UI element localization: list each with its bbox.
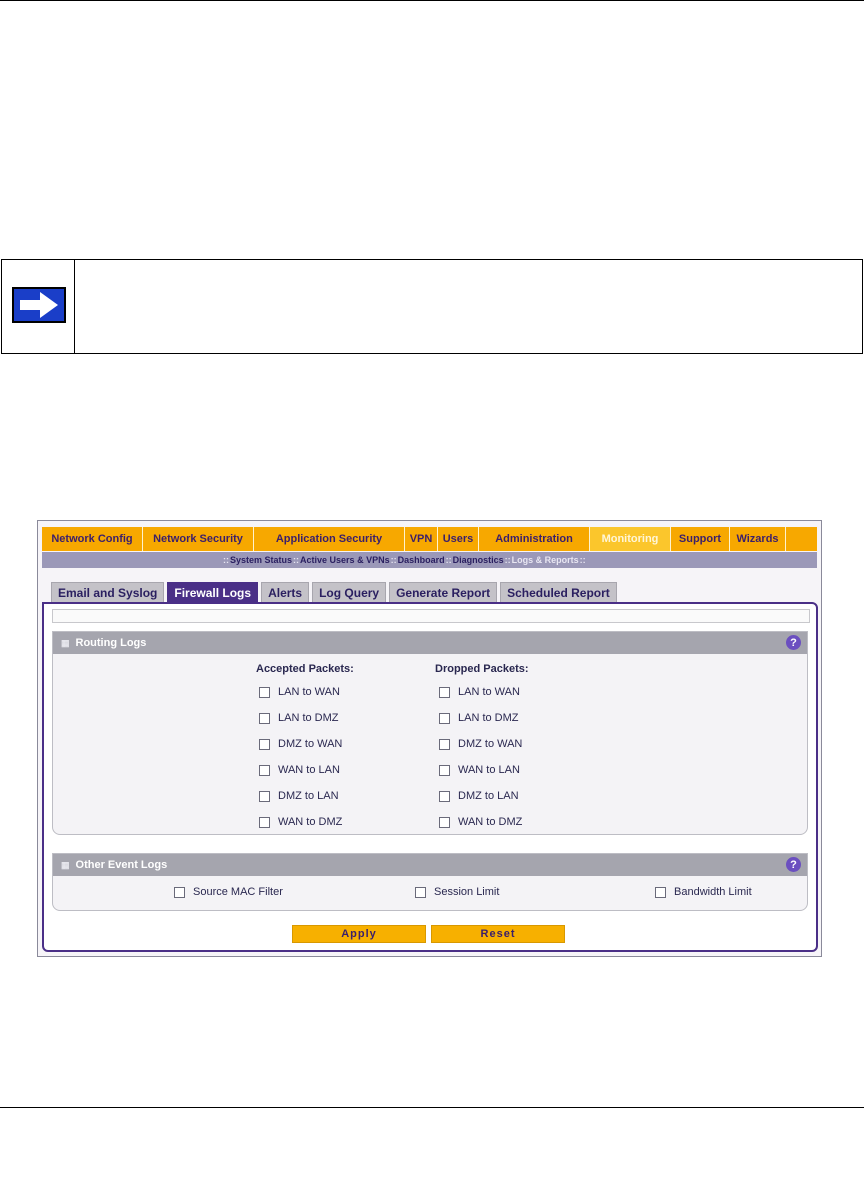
tab-scheduled-report[interactable]: Scheduled Report <box>500 582 617 602</box>
dropped-lan-to-wan-row[interactable]: LAN to WAN <box>439 686 520 698</box>
source-mac-filter-label: Source MAC Filter <box>193 886 283 898</box>
help-icon[interactable]: ? <box>786 857 801 872</box>
help-icon[interactable]: ? <box>786 635 801 650</box>
subnav-separator: :: <box>504 555 511 565</box>
accepted-lan-to-dmz-row[interactable]: LAN to DMZ <box>259 712 339 724</box>
accepted-lan-to-dmz-label: LAN to DMZ <box>278 712 339 724</box>
nav-item-users[interactable]: Users <box>438 527 479 551</box>
dropped-wan-to-lan-row[interactable]: WAN to LAN <box>439 764 520 776</box>
accepted-lan-to-wan-label: LAN to WAN <box>278 686 340 698</box>
subnav-separator: :: <box>293 555 300 565</box>
routing-logs-section: ▦ Routing Logs ? Accepted Packets: Dropp… <box>52 631 808 835</box>
subnav-item-system-status[interactable]: System Status <box>230 555 292 565</box>
dropped-dmz-to-lan-label: DMZ to LAN <box>458 790 519 802</box>
accepted-dmz-to-wan-row[interactable]: DMZ to WAN <box>259 738 342 750</box>
reset-button[interactable]: Reset <box>431 925 565 943</box>
subnav-separator: :: <box>223 555 229 565</box>
sub-nav: :: System Status:: Active Users & VPNs:: Da… <box>42 552 817 568</box>
accepted-wan-to-lan-label: WAN to LAN <box>278 764 340 776</box>
nav-item-vpn[interactable]: VPN <box>405 527 438 551</box>
dropped-wan-to-dmz-checkbox[interactable] <box>439 816 450 828</box>
accepted-wan-to-lan-checkbox[interactable] <box>259 764 270 776</box>
subnav-item-logs-reports[interactable]: Logs & Reports <box>512 555 579 565</box>
note-box <box>1 259 863 354</box>
accepted-dmz-to-lan-row[interactable]: DMZ to LAN <box>259 790 339 802</box>
subnav-item-diagnostics[interactable]: Diagnostics <box>453 555 504 565</box>
apply-button[interactable]: Apply <box>292 925 426 943</box>
tab-alerts[interactable]: Alerts <box>261 582 310 602</box>
nav-item-wizards[interactable]: Wizards <box>730 527 786 551</box>
subnav-separator: :: <box>579 555 586 565</box>
accepted-wan-to-dmz-row[interactable]: WAN to DMZ <box>259 816 342 828</box>
accepted-dmz-to-wan-label: DMZ to WAN <box>278 738 343 750</box>
dropped-dmz-to-lan-checkbox[interactable] <box>439 790 450 802</box>
note-icon-cell <box>2 260 75 353</box>
accepted-wan-to-dmz-label: WAN to DMZ <box>278 816 343 828</box>
nav-item-network-config[interactable]: Network Config <box>42 527 143 551</box>
page-top-rule <box>0 0 864 1</box>
dropped-packets-label: Dropped Packets: <box>435 663 529 675</box>
accepted-lan-to-wan-checkbox[interactable] <box>259 686 270 698</box>
dropped-lan-to-dmz-row[interactable]: LAN to DMZ <box>439 712 519 724</box>
dropped-dmz-to-lan-row[interactable]: DMZ to LAN <box>439 790 519 802</box>
tab-bar: Email and Syslog Firewall Logs Alerts Log Q… <box>51 582 617 602</box>
arrow-right-icon <box>12 287 66 323</box>
dropped-lan-to-dmz-checkbox[interactable] <box>439 712 450 724</box>
session-limit-label: Session Limit <box>434 886 500 898</box>
nav-item-monitoring[interactable]: Monitoring <box>590 527 671 551</box>
other-event-logs-header: ▦ Other Event Logs ? <box>53 854 807 876</box>
router-screenshot: Network Config Network Security Applicatio… <box>37 520 822 957</box>
subnav-item-active-users-vpns[interactable]: Active Users & VPNs <box>300 555 390 565</box>
message-bar <box>52 609 810 623</box>
source-mac-filter-checkbox[interactable] <box>174 886 185 898</box>
session-limit-checkbox[interactable] <box>415 886 426 898</box>
dropped-dmz-to-wan-label: DMZ to WAN <box>458 738 523 750</box>
tab-email-and-syslog[interactable]: Email and Syslog <box>51 582 165 602</box>
dropped-wan-to-dmz-label: WAN to DMZ <box>458 816 523 828</box>
accepted-wan-to-dmz-checkbox[interactable] <box>259 816 270 828</box>
dropped-wan-to-dmz-row[interactable]: WAN to DMZ <box>439 816 522 828</box>
page-bottom-rule <box>0 1107 864 1108</box>
tab-firewall-logs[interactable]: Firewall Logs <box>167 582 259 602</box>
accepted-lan-to-wan-row[interactable]: LAN to WAN <box>259 686 340 698</box>
bandwidth-limit-row[interactable]: Bandwidth Limit <box>655 886 752 898</box>
main-nav: Network Config Network Security Applicatio… <box>42 527 817 551</box>
accepted-dmz-to-lan-checkbox[interactable] <box>259 790 270 802</box>
subnav-separator: :: <box>390 555 397 565</box>
other-event-logs-title: Other Event Logs <box>75 859 168 871</box>
session-limit-row[interactable]: Session Limit <box>415 886 499 898</box>
accepted-dmz-to-wan-checkbox[interactable] <box>259 738 270 750</box>
dropped-lan-to-dmz-label: LAN to DMZ <box>458 712 519 724</box>
accepted-wan-to-lan-row[interactable]: WAN to LAN <box>259 764 340 776</box>
dropped-dmz-to-wan-row[interactable]: DMZ to WAN <box>439 738 522 750</box>
nav-item-network-security[interactable]: Network Security <box>143 527 254 551</box>
subnav-separator: :: <box>445 555 452 565</box>
tab-log-query[interactable]: Log Query <box>312 582 387 602</box>
dropped-wan-to-lan-checkbox[interactable] <box>439 764 450 776</box>
accepted-packets-label: Accepted Packets: <box>256 663 354 675</box>
nav-item-administration[interactable]: Administration <box>479 527 590 551</box>
bandwidth-limit-checkbox[interactable] <box>655 886 666 898</box>
routing-logs-header: ▦ Routing Logs ? <box>53 632 807 654</box>
firewall-logs-panel: ▦ Routing Logs ? Accepted Packets: Dropp… <box>42 602 818 952</box>
grip-icon: ▦ <box>61 859 70 870</box>
nav-item-application-security[interactable]: Application Security <box>254 527 405 551</box>
subnav-item-dashboard[interactable]: Dashboard <box>398 555 445 565</box>
dropped-lan-to-wan-checkbox[interactable] <box>439 686 450 698</box>
dropped-wan-to-lan-label: WAN to LAN <box>458 764 520 776</box>
other-event-logs-section: ▦ Other Event Logs ? Source MAC Filter Se… <box>52 853 808 911</box>
routing-logs-title: Routing Logs <box>75 637 147 649</box>
tab-generate-report[interactable]: Generate Report <box>389 582 498 602</box>
dropped-lan-to-wan-label: LAN to WAN <box>458 686 520 698</box>
source-mac-filter-row[interactable]: Source MAC Filter <box>174 886 283 898</box>
bandwidth-limit-label: Bandwidth Limit <box>674 886 752 898</box>
grip-icon: ▦ <box>61 637 70 648</box>
accepted-lan-to-dmz-checkbox[interactable] <box>259 712 270 724</box>
accepted-dmz-to-lan-label: DMZ to LAN <box>278 790 339 802</box>
dropped-dmz-to-wan-checkbox[interactable] <box>439 738 450 750</box>
nav-item-support[interactable]: Support <box>671 527 730 551</box>
